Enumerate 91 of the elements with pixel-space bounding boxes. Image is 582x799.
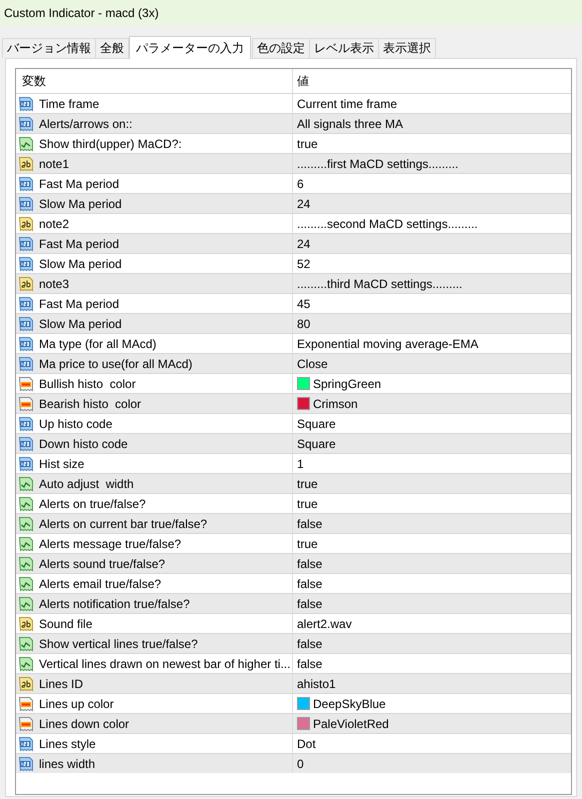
parameter-name: Show third(upper) MaCD?: <box>39 136 182 150</box>
parameter-value[interactable]: 80 <box>297 316 310 330</box>
parameter-value[interactable]: .........first MaCD settings......... <box>297 156 458 170</box>
parameter-name: Lines up color <box>39 696 114 710</box>
parameter-value[interactable]: alert2.wav <box>297 616 352 630</box>
checkmark-icon <box>18 636 34 652</box>
column-header[interactable]: 値 <box>293 69 571 93</box>
parameter-name: lines width <box>39 756 96 770</box>
parameter-name: Lines style <box>39 736 96 750</box>
parameter-name: Alerts on true/false? <box>39 496 146 510</box>
parameter-value[interactable]: 24 <box>297 236 310 250</box>
parameter-value[interactable]: 24 <box>297 196 310 210</box>
parameter-name: note2 <box>39 216 70 230</box>
parameter-name: Ma type (for all MAcd) <box>39 336 156 350</box>
parameter-name: Alerts notification true/false? <box>39 596 190 610</box>
parameter-value[interactable]: .........third MaCD settings......... <box>297 276 462 290</box>
text-icon <box>18 156 34 172</box>
parameter-value[interactable]: false <box>297 516 322 530</box>
parameter-name: note3 <box>39 276 70 290</box>
parameter-value[interactable]: DeepSkyBlue <box>313 696 386 710</box>
parameter-value[interactable]: Square <box>297 416 336 430</box>
parameter-name: Alerts message true/false? <box>39 536 182 550</box>
checkmark-icon <box>18 596 34 612</box>
text-icon <box>18 676 34 692</box>
parameter-value[interactable]: true <box>297 536 318 550</box>
parameter-name: Auto adjust width <box>39 476 134 490</box>
parameter-name: Slow Ma period <box>39 256 122 270</box>
parameter-value[interactable]: .........second MaCD settings......... <box>297 216 478 230</box>
parameter-name: Lines down color <box>39 716 130 730</box>
tab[interactable]: 全般 <box>95 38 129 58</box>
parameter-name: Vertical lines drawn on newest bar of higher ti... <box>39 656 290 670</box>
parameter-value[interactable]: false <box>297 596 322 610</box>
parameter-name: Show vertical lines true/false? <box>39 636 198 650</box>
parameter-name: Bearish histo color <box>39 396 142 410</box>
parameter-name: note1 <box>39 156 70 170</box>
parameter-name: Hist size <box>39 456 84 470</box>
number-icon <box>18 756 34 772</box>
parameter-value[interactable]: Close <box>297 356 328 370</box>
checkmark-icon <box>18 516 34 532</box>
parameter-name: Up histo code <box>39 416 112 430</box>
checkmark-icon <box>18 476 34 492</box>
parameter-name: Alerts email true/false? <box>39 576 162 590</box>
parameter-value[interactable]: 52 <box>297 256 310 270</box>
checkmark-icon <box>18 496 34 512</box>
parameter-name: Bullish histo color <box>39 376 136 390</box>
checkmark-icon <box>18 576 34 592</box>
parameter-value[interactable]: true <box>297 496 318 510</box>
parameter-name: Sound file <box>39 616 92 630</box>
tab[interactable]: バージョン情報 <box>2 38 96 58</box>
text-icon <box>18 616 34 632</box>
text-icon <box>18 216 34 232</box>
parameter-value[interactable]: Square <box>297 436 336 450</box>
parameter-value[interactable]: Current time frame <box>297 96 398 110</box>
parameter-value[interactable]: true <box>297 136 318 150</box>
parameter-name: Slow Ma period <box>39 316 122 330</box>
parameter-name: Alerts/arrows on:: <box>39 116 132 130</box>
parameter-value[interactable]: PaleVioletRed <box>313 716 389 730</box>
parameter-value[interactable]: 6 <box>297 176 304 190</box>
checkmark-icon <box>18 136 34 152</box>
parameter-name: Fast Ma period <box>39 176 120 190</box>
tab[interactable]: パラメーターの入力 <box>129 36 251 59</box>
parameter-value[interactable]: false <box>297 576 322 590</box>
tab[interactable]: 表示選択 <box>378 38 436 58</box>
checkmark-icon <box>18 556 34 572</box>
parameter-value[interactable]: Crimson <box>313 396 358 410</box>
parameter-name: Time frame <box>39 96 100 110</box>
parameter-name: Slow Ma period <box>39 196 122 210</box>
parameter-value[interactable]: 0 <box>297 756 304 770</box>
window-title: Custom Indicator - macd (3x) <box>4 6 159 20</box>
parameter-value[interactable]: Exponential moving average-EMA <box>297 336 478 350</box>
parameter-value[interactable]: ahisto1 <box>297 676 336 690</box>
parameter-name: Ma price to use(for all MAcd) <box>39 356 192 370</box>
parameter-value[interactable]: SpringGreen <box>313 376 382 390</box>
text-icon <box>18 276 34 292</box>
parameter-value[interactable]: All signals three MA <box>297 116 404 130</box>
parameter-name: Fast Ma period <box>39 236 120 250</box>
parameter-value[interactable]: false <box>297 556 322 570</box>
parameter-value[interactable]: 45 <box>297 296 310 310</box>
parameter-value[interactable]: 1 <box>297 456 304 470</box>
parameter-value[interactable]: false <box>297 656 322 670</box>
parameter-name: Alerts on current bar true/false? <box>39 516 208 530</box>
tab[interactable]: 色の設定 <box>252 38 310 58</box>
parameter-name: Lines ID <box>39 676 84 690</box>
parameter-value[interactable]: false <box>297 636 322 650</box>
parameter-value[interactable]: true <box>297 476 318 490</box>
checkmark-icon <box>18 656 34 672</box>
checkmark-icon <box>18 536 34 552</box>
parameter-value[interactable]: Dot <box>297 736 316 750</box>
parameter-name: Down histo code <box>39 436 128 450</box>
parameter-name: Fast Ma period <box>39 296 120 310</box>
parameter-name: Alerts sound true/false? <box>39 556 166 570</box>
